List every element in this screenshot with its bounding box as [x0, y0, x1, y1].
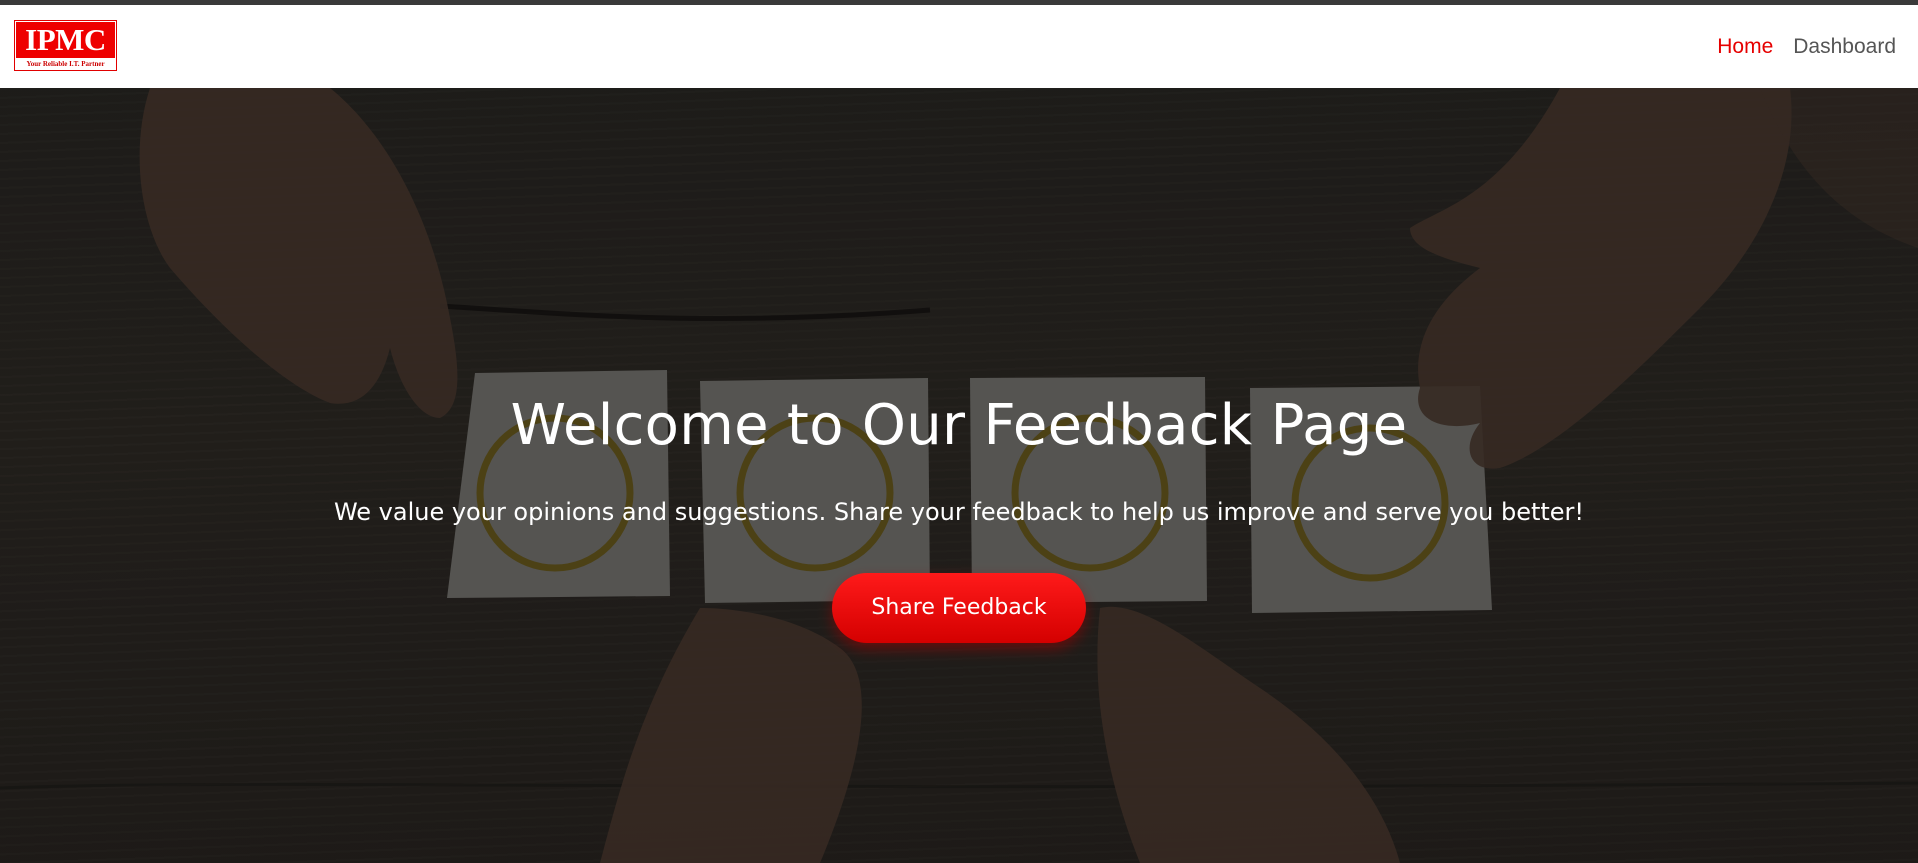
navbar: IPMC Your Reliable I.T. Partner Home Das… [0, 5, 1918, 88]
nav-link-home[interactable]: Home [1717, 35, 1773, 59]
hero-subtitle: We value your opinions and suggestions. … [333, 498, 1585, 526]
nav-link-dashboard[interactable]: Dashboard [1793, 35, 1896, 59]
hero-title: Welcome to Our Feedback Page [510, 393, 1408, 458]
hero-section: Welcome to Our Feedback Page We value yo… [0, 88, 1918, 863]
logo-tagline: Your Reliable I.T. Partner [26, 60, 105, 68]
share-feedback-button[interactable]: Share Feedback [832, 573, 1086, 643]
brand-logo[interactable]: IPMC Your Reliable I.T. Partner [14, 20, 117, 71]
logo-wordmark: IPMC [16, 22, 115, 58]
hero-dark-overlay [0, 88, 1918, 863]
nav-links: Home Dashboard [1717, 5, 1896, 88]
